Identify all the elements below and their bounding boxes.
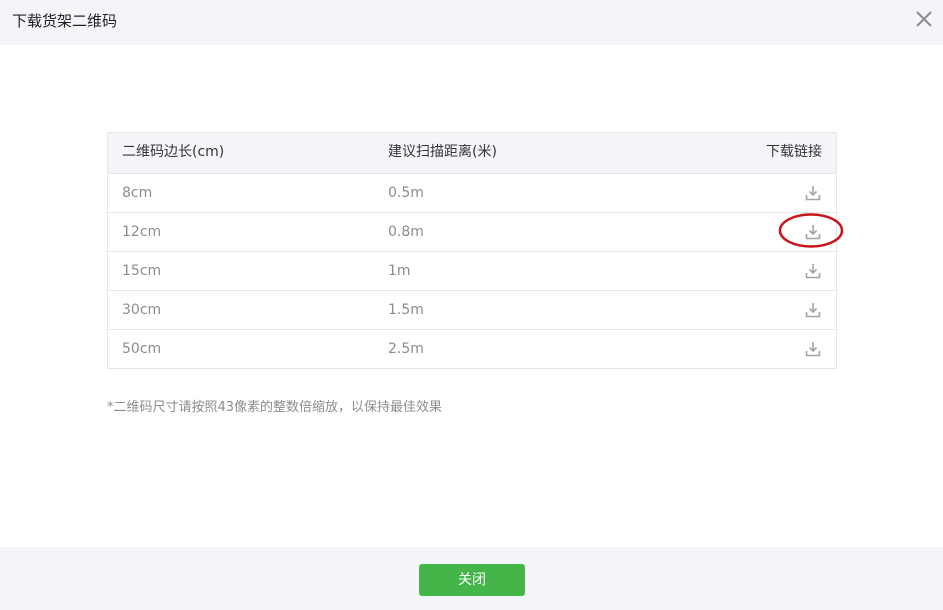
scaling-note: *二维码尺寸请按照43像素的整数倍缩放，以保持最佳效果 xyxy=(107,400,443,415)
qr-size-table: 二维码边长(cm) 建议扫描距离(米) 下载链接 8cm 0.5m 12cm 0… xyxy=(107,132,837,369)
row-size: 50cm xyxy=(122,341,162,357)
dialog-header: 下载货架二维码 xyxy=(0,0,943,45)
row-distance: 0.5m xyxy=(388,185,424,201)
download-icon[interactable] xyxy=(805,302,821,318)
table-row: 15cm 1m xyxy=(108,251,836,290)
download-icon[interactable] xyxy=(805,263,821,279)
row-distance: 1m xyxy=(388,263,411,279)
header-size: 二维码边长(cm) xyxy=(122,144,225,160)
row-size: 30cm xyxy=(122,302,162,318)
download-qr-dialog: 下载货架二维码 二维码边长(cm) 建议扫描距离(米) 下载链接 8cm 0.5… xyxy=(0,0,943,610)
dialog-footer: 关闭 xyxy=(0,547,943,610)
table-header-row: 二维码边长(cm) 建议扫描距离(米) 下载链接 xyxy=(108,133,836,173)
row-size: 12cm xyxy=(122,224,162,240)
download-icon[interactable] xyxy=(805,341,821,357)
table-row: 30cm 1.5m xyxy=(108,290,836,329)
download-icon[interactable] xyxy=(805,224,821,240)
row-size: 15cm xyxy=(122,263,162,279)
table-row: 8cm 0.5m xyxy=(108,173,836,212)
header-distance: 建议扫描距离(米) xyxy=(388,144,497,160)
header-download-link: 下载链接 xyxy=(766,144,822,160)
table-row: 50cm 2.5m xyxy=(108,329,836,368)
table-row: 12cm 0.8m xyxy=(108,212,836,251)
download-icon[interactable] xyxy=(805,185,821,201)
close-icon[interactable] xyxy=(915,10,933,28)
dialog-title: 下载货架二维码 xyxy=(12,12,118,30)
row-distance: 1.5m xyxy=(388,302,424,318)
row-distance: 0.8m xyxy=(388,224,424,240)
close-button[interactable]: 关闭 xyxy=(419,564,525,596)
row-distance: 2.5m xyxy=(388,341,424,357)
row-size: 8cm xyxy=(122,185,153,201)
